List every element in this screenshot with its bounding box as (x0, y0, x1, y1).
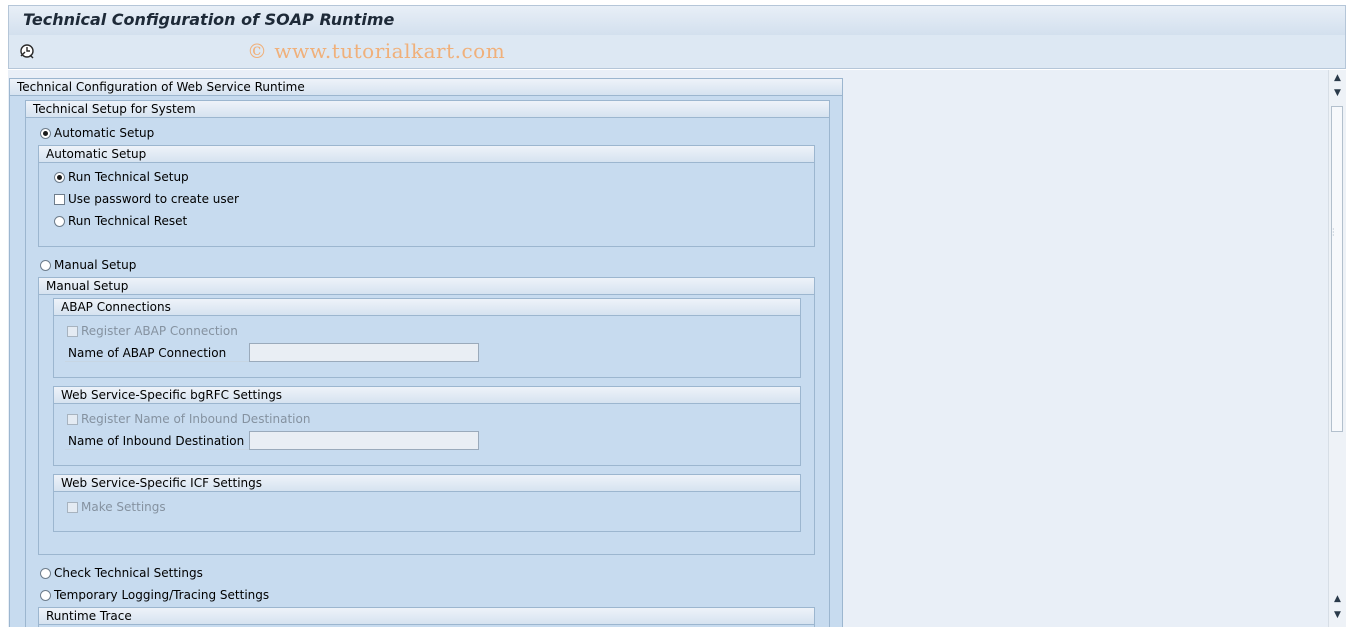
label-name-inbound-destination: Name of Inbound Destination (65, 432, 251, 450)
radio-button[interactable] (40, 590, 51, 601)
group-web-service-runtime: Technical Configuration of Web Service R… (9, 78, 843, 627)
radio-run-technical-setup[interactable]: Run Technical Setup (54, 169, 189, 185)
group-bgrfc-settings: Web Service-Specific bgRFC Settings Regi… (53, 386, 801, 466)
checkbox[interactable] (67, 326, 78, 337)
page-down-icon[interactable]: ▼ (1332, 88, 1343, 99)
group-runtime-trace: Runtime Trace (38, 607, 815, 627)
input-name-inbound-destination[interactable] (249, 431, 479, 450)
group-header: Manual Setup (39, 278, 814, 295)
radio-button[interactable] (40, 568, 51, 579)
checkbox-register-abap[interactable]: Register ABAP Connection (67, 323, 238, 339)
grip-icon: · · · (1332, 225, 1335, 240)
group-header: Runtime Trace (39, 608, 814, 625)
group-header: Web Service-Specific bgRFC Settings (54, 387, 800, 404)
execute-clock-icon[interactable] (19, 43, 35, 59)
application-toolbar: © www.tutorialkart.com (8, 35, 1346, 69)
watermark: © www.tutorialkart.com (247, 39, 506, 63)
group-header: ABAP Connections (54, 299, 800, 316)
checkbox[interactable] (67, 502, 78, 513)
radio-button[interactable] (40, 260, 51, 271)
group-technical-setup-system: Technical Setup for System Automatic Set… (25, 100, 830, 627)
group-header: Technical Configuration of Web Service R… (10, 79, 842, 96)
radio-automatic-setup[interactable]: Automatic Setup (40, 125, 154, 141)
radio-run-technical-reset[interactable]: Run Technical Reset (54, 213, 187, 229)
scroll-down-icon[interactable]: ▼ (1332, 610, 1343, 621)
radio-button[interactable] (54, 172, 65, 183)
group-manual-setup: Manual Setup ABAP Connections Register A… (38, 277, 815, 555)
group-header: Automatic Setup (39, 146, 814, 163)
group-automatic-setup: Automatic Setup Run Technical Setup Use … (38, 145, 815, 247)
vertical-scrollbar[interactable]: ▲ ▼ · · · ▲ ▼ (1328, 70, 1346, 627)
input-name-abap-connection[interactable] (249, 343, 479, 362)
radio-button[interactable] (54, 216, 65, 227)
radio-temporary-logging[interactable]: Temporary Logging/Tracing Settings (40, 587, 269, 603)
radio-button[interactable] (40, 128, 51, 139)
scrollbar-thumb[interactable] (1331, 106, 1343, 432)
group-header: Technical Setup for System (26, 101, 829, 118)
group-header: Web Service-Specific ICF Settings (54, 475, 800, 492)
radio-check-technical-settings[interactable]: Check Technical Settings (40, 565, 203, 581)
checkbox-register-inbound[interactable]: Register Name of Inbound Destination (67, 411, 310, 427)
content-area: Technical Configuration of Web Service R… (8, 70, 1328, 627)
checkbox-use-password[interactable]: Use password to create user (54, 191, 239, 207)
scroll-up-icon[interactable]: ▲ (1332, 73, 1343, 84)
group-icf-settings: Web Service-Specific ICF Settings Make S… (53, 474, 801, 532)
label-name-abap-connection: Name of ABAP Connection (65, 344, 251, 362)
checkbox[interactable] (54, 194, 65, 205)
group-abap-connections: ABAP Connections Register ABAP Connectio… (53, 298, 801, 378)
page-title: Technical Configuration of SOAP Runtime (23, 10, 395, 29)
title-bar: Technical Configuration of SOAP Runtime (8, 5, 1346, 36)
checkbox[interactable] (67, 414, 78, 425)
page-up-icon[interactable]: ▲ (1332, 594, 1343, 605)
radio-manual-setup[interactable]: Manual Setup (40, 257, 136, 273)
checkbox-make-settings[interactable]: Make Settings (67, 499, 166, 515)
